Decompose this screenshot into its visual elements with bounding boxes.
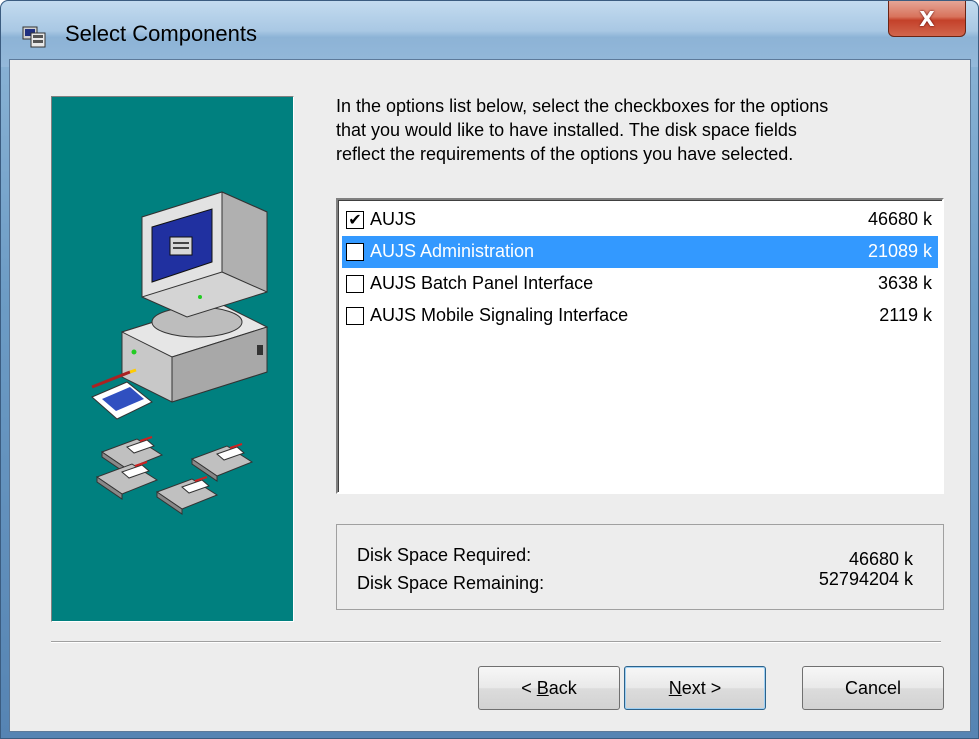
components-list[interactable]: ✔ AUJS 46680 k AUJS Administration 21089… <box>336 198 944 494</box>
floppy-disk-icon <box>190 443 254 482</box>
wizard-side-panel <box>51 96 294 622</box>
component-label: AUJS Administration <box>370 241 535 261</box>
next-button-label: Next > <box>668 677 722 698</box>
instructions-text: In the options list below, select the ch… <box>336 96 829 164</box>
cancel-button-label: Cancel <box>844 677 902 698</box>
computer-illustration <box>91 191 269 515</box>
component-checkbox[interactable]: ✔ <box>346 211 364 229</box>
window-title: Select Components <box>65 21 257 46</box>
close-button[interactable]: X <box>888 1 966 37</box>
component-size: 2119 k <box>879 305 932 325</box>
computer-icon <box>120 191 269 403</box>
floppy-disk-icon <box>155 476 219 515</box>
disk-required-value: 46680 k <box>848 549 913 569</box>
back-button[interactable]: < Back <box>478 666 620 710</box>
component-label: AUJS Batch Panel Interface <box>370 273 594 293</box>
component-size: 21089 k <box>867 241 932 261</box>
button-separator <box>51 641 941 643</box>
component-checkbox[interactable] <box>346 307 364 325</box>
component-label: AUJS <box>370 209 417 229</box>
list-item[interactable]: AUJS Administration 21089 k <box>342 236 938 268</box>
floppy-disk-icon <box>95 461 159 500</box>
component-label: AUJS Mobile Signaling Interface <box>370 305 629 325</box>
list-item[interactable]: AUJS Mobile Signaling Interface 2119 k <box>342 300 938 332</box>
setup-icon <box>22 26 46 48</box>
check-icon: ✔ <box>348 210 362 229</box>
dialog-window: Select Components X In the options list … <box>0 0 979 739</box>
component-size: 46680 k <box>867 209 932 229</box>
list-item[interactable]: AUJS Batch Panel Interface 3638 k <box>342 268 938 300</box>
component-checkbox[interactable] <box>346 243 364 261</box>
cancel-button[interactable]: Cancel <box>802 666 944 710</box>
component-checkbox[interactable] <box>346 275 364 293</box>
disk-required-label: Disk Space Required: <box>357 545 532 565</box>
component-size: 3638 k <box>877 273 932 293</box>
disk-remaining-label: Disk Space Remaining: <box>357 573 545 593</box>
disk-remaining-value: 52794204 k <box>818 569 913 589</box>
next-button[interactable]: Next > <box>624 666 766 710</box>
dialog-client-area: In the options list below, select the ch… <box>9 59 971 732</box>
title-bar[interactable]: Select Components X <box>1 1 978 67</box>
back-button-label: < Back <box>521 677 577 698</box>
disk-space-group: Disk Space Required: 46680 k Disk Space … <box>336 524 944 610</box>
close-icon: X <box>919 6 935 31</box>
list-item[interactable]: ✔ AUJS 46680 k <box>342 204 938 236</box>
